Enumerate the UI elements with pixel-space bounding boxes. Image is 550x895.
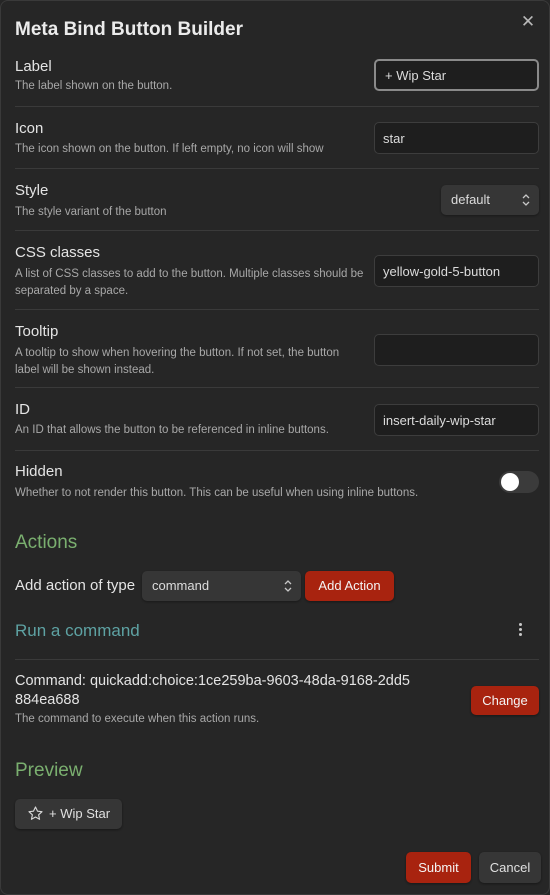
style-select-value: default <box>451 192 491 207</box>
setting-style-desc: The style variant of the button <box>15 206 167 218</box>
actions-heading: Actions <box>15 532 78 553</box>
hidden-toggle[interactable] <box>499 471 539 493</box>
command-divider <box>15 659 539 660</box>
setting-css-classes: CSS classes A list of CSS classes to add… <box>15 231 539 310</box>
icon-input[interactable] <box>374 122 539 154</box>
setting-hidden: Hidden Whether to not render this button… <box>15 451 539 511</box>
preview-button-label: + Wip Star <box>49 806 111 821</box>
setting-id-desc: An ID that allows the button to be refer… <box>15 424 329 436</box>
modal-title: Meta Bind Button Builder <box>15 19 243 40</box>
chevron-updown-icon <box>522 194 530 206</box>
setting-tooltip-desc: A tooltip to show when hovering the butt… <box>15 347 340 376</box>
setting-style: Style The style variant of the button de… <box>15 169 539 231</box>
setting-id: ID An ID that allows the button to be re… <box>15 388 539 451</box>
tooltip-input[interactable] <box>374 334 539 366</box>
more-vertical-icon[interactable] <box>513 621 527 639</box>
preview-button[interactable]: + Wip Star <box>15 799 122 829</box>
setting-tooltip-name: Tooltip <box>15 323 59 340</box>
command-desc: The command to execute when this action … <box>15 713 260 725</box>
setting-css-name: CSS classes <box>15 244 101 261</box>
add-action-label: Add action of type <box>15 577 136 594</box>
chevron-updown-icon <box>284 580 292 592</box>
setting-hidden-desc: Whether to not render this button. This … <box>15 487 419 499</box>
setting-icon-desc: The icon shown on the button. If left em… <box>15 143 324 155</box>
command-name: Command: quickadd:choice:1ce259ba-9603-4… <box>15 673 410 708</box>
cancel-button[interactable]: Cancel <box>479 852 541 883</box>
change-command-button[interactable]: Change <box>471 686 539 715</box>
setting-tooltip: Tooltip A tooltip to show when hovering … <box>15 310 539 388</box>
setting-id-name: ID <box>15 401 30 418</box>
run-command-heading: Run a command <box>15 621 140 640</box>
setting-icon: Icon The icon shown on the button. If le… <box>15 107 539 169</box>
setting-label-name: Label <box>15 58 52 75</box>
style-select[interactable]: default <box>441 185 539 215</box>
add-action-button[interactable]: Add Action <box>305 571 394 601</box>
setting-style-name: Style <box>15 182 49 199</box>
preview-heading: Preview <box>15 760 83 781</box>
setting-icon-name: Icon <box>15 120 44 137</box>
submit-button[interactable]: Submit <box>406 852 471 883</box>
action-type-value: command <box>152 578 210 593</box>
star-icon <box>28 806 43 820</box>
close-icon[interactable]: ✕ <box>517 11 539 33</box>
button-builder-modal: ✕ Meta Bind Button Builder Label The lab… <box>0 0 550 895</box>
setting-css-desc: A list of CSS classes to add to the butt… <box>15 268 364 297</box>
toggle-knob <box>501 473 519 491</box>
css-classes-input[interactable] <box>374 255 539 287</box>
id-input[interactable] <box>374 404 539 436</box>
setting-hidden-name: Hidden <box>15 463 63 480</box>
label-input[interactable] <box>374 59 539 91</box>
setting-label: Label The label shown on the button. <box>15 53 539 107</box>
action-type-select[interactable]: command <box>142 571 301 601</box>
setting-label-desc: The label shown on the button. <box>15 80 173 92</box>
